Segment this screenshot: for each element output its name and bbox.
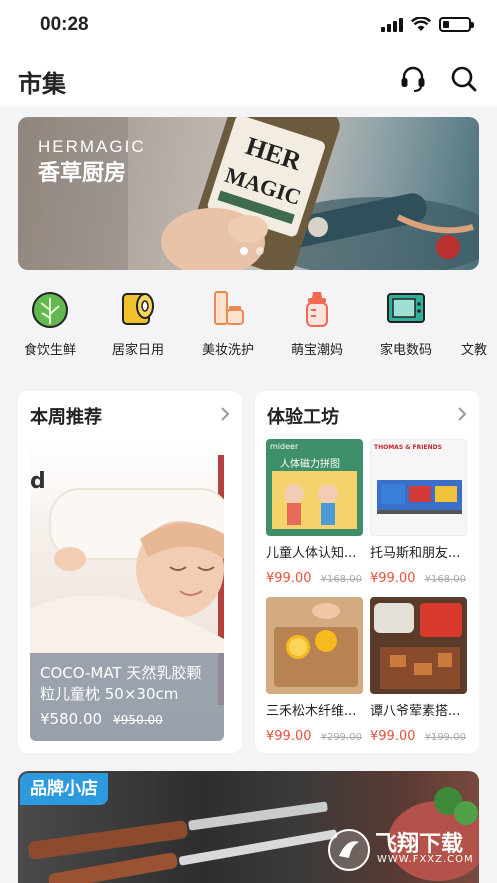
category-label: 美妆洗护	[201, 343, 254, 358]
product-price: ¥99.00	[370, 729, 416, 744]
status-bar: 00:28	[0, 0, 497, 52]
top-nav: 市集	[0, 52, 497, 106]
watermark-logo-icon	[328, 829, 370, 871]
product-original-price: ¥299.00	[320, 732, 362, 743]
wifi-icon	[411, 17, 431, 31]
weekly-title: 本周推荐	[30, 407, 102, 428]
product-card[interactable]: 三禾松木纤维... ¥99.00 ¥299.00	[266, 597, 363, 744]
category-label: 食饮生鲜	[23, 343, 76, 358]
banner-brand: HERMAGIC	[38, 137, 146, 156]
category-row: 食饮生鲜 居家日用 美妆洗护 萌宝潮妈 家电数码 文教	[0, 288, 497, 370]
watermark: 飞翔下载 WWW.FXXZ.COM	[327, 826, 477, 874]
category-home[interactable]: 居家日用	[98, 288, 178, 358]
product-original-price: ¥199.00	[424, 732, 466, 743]
product-card[interactable]: 谭八爷荤素搭... ¥99.00 ¥199.00	[370, 597, 467, 744]
carousel-dot	[256, 247, 264, 255]
product-price: ¥99.00	[266, 729, 312, 744]
banner-subtitle: 香草厨房	[38, 161, 127, 186]
cabbage-icon	[32, 292, 68, 328]
customer-service-button[interactable]	[398, 64, 428, 94]
product-price: ¥99.00	[266, 571, 312, 586]
status-icons	[381, 17, 474, 32]
weekly-recommend-card[interactable]: 本周推荐 d COCO-MAT 天然乳胶颗粒儿童枕 50×30cm ¥580.0…	[18, 391, 242, 753]
product-card[interactable]: mideer 人体磁力拼图 儿童人体认知... ¥99.00 ¥168.00	[266, 439, 363, 586]
category-food[interactable]: 食饮生鲜	[10, 288, 90, 358]
promo-banner[interactable]: HER MAGIC HERMAGIC 香草厨房	[18, 117, 479, 270]
battery-icon	[439, 17, 474, 32]
product-original-price: ¥168.00	[320, 574, 362, 585]
product-name: 托马斯和朋友...	[370, 546, 461, 561]
category-stationery[interactable]: 文教	[455, 288, 497, 358]
product-image	[370, 597, 467, 694]
category-label: 居家日用	[111, 343, 164, 358]
baby-bottle-icon	[306, 292, 328, 327]
product-price: ¥99.00	[370, 571, 416, 586]
search-button[interactable]	[449, 64, 479, 94]
category-label: 家电数码	[379, 343, 432, 358]
featured-product-name: COCO-MAT 天然乳胶颗粒儿童枕 50×30cm	[40, 664, 202, 703]
chevron-right-icon[interactable]	[455, 405, 469, 423]
featured-product-info: COCO-MAT 天然乳胶颗粒儿童枕 50×30cm ¥580.00 ¥950.…	[30, 653, 224, 741]
carousel-indicator	[240, 247, 264, 255]
carousel-dot	[240, 247, 248, 255]
category-label: 萌宝潮妈	[290, 343, 343, 358]
product-card[interactable]: THOMAS & FRIENDS 托马斯和朋友... ¥99.00 ¥168.0…	[370, 439, 467, 586]
cellular-signal-icon	[381, 17, 403, 32]
product-image	[266, 597, 363, 694]
product-name: 谭八爷荤素搭...	[370, 704, 461, 719]
category-baby[interactable]: 萌宝潮妈	[277, 288, 357, 358]
pencil-icon	[474, 288, 497, 330]
category-beauty[interactable]: 美妆洗护	[188, 288, 268, 358]
featured-product[interactable]: d COCO-MAT 天然乳胶颗粒儿童枕 50×30cm ¥580.00 ¥95…	[30, 439, 224, 741]
product-name: 三禾松木纤维...	[266, 704, 357, 719]
featured-product-price: ¥580.00	[40, 710, 103, 728]
tissue-roll-icon	[122, 293, 154, 325]
status-time: 00:28	[40, 14, 89, 35]
cosmetics-icon	[214, 291, 244, 325]
product-image: THOMAS & FRIENDS	[370, 439, 467, 536]
category-label: 文教	[461, 343, 488, 358]
brand-store-label: 品牌小店	[20, 773, 108, 805]
chevron-right-icon[interactable]	[218, 405, 232, 423]
featured-product-original-price: ¥950.00	[113, 713, 163, 727]
headset-icon	[401, 66, 425, 92]
category-electronics[interactable]: 家电数码	[366, 288, 446, 358]
product-image: mideer 人体磁力拼图	[266, 439, 363, 536]
experience-workshop-card[interactable]: 体验工坊 mideer 人体磁力拼图 儿童人体认知... ¥99.00 ¥168…	[255, 391, 479, 753]
tv-icon	[387, 293, 425, 323]
workshop-title: 体验工坊	[267, 407, 339, 428]
product-name: 儿童人体认知...	[266, 546, 357, 561]
page-title: 市集	[18, 70, 66, 98]
search-icon	[451, 66, 477, 92]
product-original-price: ¥168.00	[424, 574, 466, 585]
watermark-url: WWW.FXXZ.COM	[377, 854, 474, 865]
